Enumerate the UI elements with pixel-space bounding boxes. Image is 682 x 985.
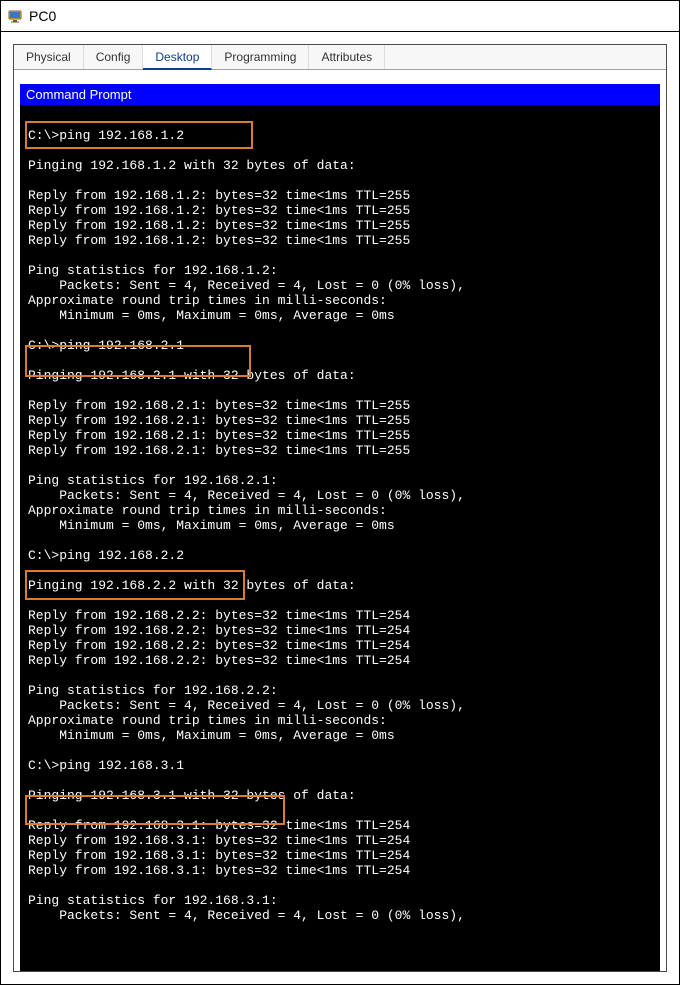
terminal-line: Reply from 192.168.2.2: bytes=32 time<1m… (20, 623, 660, 638)
command-prompt-title: Command Prompt (20, 84, 660, 105)
terminal-line: Pinging 192.168.3.1 with 32 bytes of dat… (20, 788, 660, 803)
tab-physical[interactable]: Physical (14, 45, 84, 69)
app-icon (7, 8, 23, 24)
app-window: PC0 PhysicalConfigDesktopProgrammingAttr… (0, 0, 680, 985)
terminal-line: Pinging 192.168.2.1 with 32 bytes of dat… (20, 368, 660, 383)
window-body: PhysicalConfigDesktopProgrammingAttribut… (1, 32, 679, 984)
window-title: PC0 (29, 8, 56, 24)
terminal-line (20, 248, 660, 263)
title-bar[interactable]: PC0 (1, 1, 679, 32)
terminal-line: Reply from 192.168.2.1: bytes=32 time<1m… (20, 398, 660, 413)
terminal-line: Approximate round trip times in milli-se… (20, 503, 660, 518)
terminal-line (20, 593, 660, 608)
terminal-line: Ping statistics for 192.168.3.1: (20, 893, 660, 908)
terminal-line (20, 353, 660, 368)
terminal-line (20, 113, 660, 128)
terminal-line (20, 773, 660, 788)
terminal-line: C:\>ping 192.168.1.2 (20, 128, 660, 143)
terminal-line (20, 458, 660, 473)
terminal-line (20, 173, 660, 188)
tab-programming[interactable]: Programming (212, 45, 309, 69)
terminal-line: Minimum = 0ms, Maximum = 0ms, Average = … (20, 518, 660, 533)
terminal-line (20, 668, 660, 683)
terminal-line: Reply from 192.168.2.1: bytes=32 time<1m… (20, 443, 660, 458)
terminal-line (20, 803, 660, 818)
inner-panel: PhysicalConfigDesktopProgrammingAttribut… (13, 44, 667, 972)
terminal-line (20, 143, 660, 158)
terminal-line: C:\>ping 192.168.3.1 (20, 758, 660, 773)
terminal-line: Packets: Sent = 4, Received = 4, Lost = … (20, 908, 660, 923)
terminal-line: Pinging 192.168.2.2 with 32 bytes of dat… (20, 578, 660, 593)
terminal-line (20, 323, 660, 338)
terminal-line (20, 533, 660, 548)
terminal-line: Reply from 192.168.1.2: bytes=32 time<1m… (20, 233, 660, 248)
terminal-line (20, 878, 660, 893)
terminal-line: Minimum = 0ms, Maximum = 0ms, Average = … (20, 308, 660, 323)
terminal-line: Reply from 192.168.3.1: bytes=32 time<1m… (20, 833, 660, 848)
terminal-line: Pinging 192.168.1.2 with 32 bytes of dat… (20, 158, 660, 173)
tab-attributes[interactable]: Attributes (309, 45, 385, 69)
terminal-line: Reply from 192.168.2.2: bytes=32 time<1m… (20, 638, 660, 653)
tab-desktop[interactable]: Desktop (143, 45, 212, 70)
terminal-line (20, 743, 660, 758)
terminal-line: Packets: Sent = 4, Received = 4, Lost = … (20, 698, 660, 713)
terminal-line (20, 383, 660, 398)
terminal-line: Reply from 192.168.2.2: bytes=32 time<1m… (20, 653, 660, 668)
terminal-line: C:\>ping 192.168.2.2 (20, 548, 660, 563)
terminal-line: Reply from 192.168.1.2: bytes=32 time<1m… (20, 218, 660, 233)
terminal-line: Reply from 192.168.1.2: bytes=32 time<1m… (20, 188, 660, 203)
terminal-line: Reply from 192.168.2.2: bytes=32 time<1m… (20, 608, 660, 623)
terminal-line: Reply from 192.168.3.1: bytes=32 time<1m… (20, 863, 660, 878)
tab-config[interactable]: Config (84, 45, 144, 69)
terminal-line: C:\>ping 192.168.2.1 (20, 338, 660, 353)
terminal-line: Approximate round trip times in milli-se… (20, 293, 660, 308)
terminal-line: Reply from 192.168.2.1: bytes=32 time<1m… (20, 428, 660, 443)
tab-strip: PhysicalConfigDesktopProgrammingAttribut… (14, 45, 666, 70)
tab-content: Command Prompt C:\>ping 192.168.1.2 Ping… (14, 70, 666, 971)
terminal[interactable]: C:\>ping 192.168.1.2 Pinging 192.168.1.2… (20, 105, 660, 971)
terminal-line: Packets: Sent = 4, Received = 4, Lost = … (20, 278, 660, 293)
terminal-line: Reply from 192.168.3.1: bytes=32 time<1m… (20, 848, 660, 863)
terminal-line: Ping statistics for 192.168.2.2: (20, 683, 660, 698)
terminal-line: Minimum = 0ms, Maximum = 0ms, Average = … (20, 728, 660, 743)
terminal-line (20, 563, 660, 578)
terminal-line: Ping statistics for 192.168.2.1: (20, 473, 660, 488)
terminal-line: Approximate round trip times in milli-se… (20, 713, 660, 728)
terminal-line: Ping statistics for 192.168.1.2: (20, 263, 660, 278)
terminal-line: Reply from 192.168.1.2: bytes=32 time<1m… (20, 203, 660, 218)
terminal-line: Reply from 192.168.2.1: bytes=32 time<1m… (20, 413, 660, 428)
terminal-line: Reply from 192.168.3.1: bytes=32 time<1m… (20, 818, 660, 833)
terminal-line: Packets: Sent = 4, Received = 4, Lost = … (20, 488, 660, 503)
